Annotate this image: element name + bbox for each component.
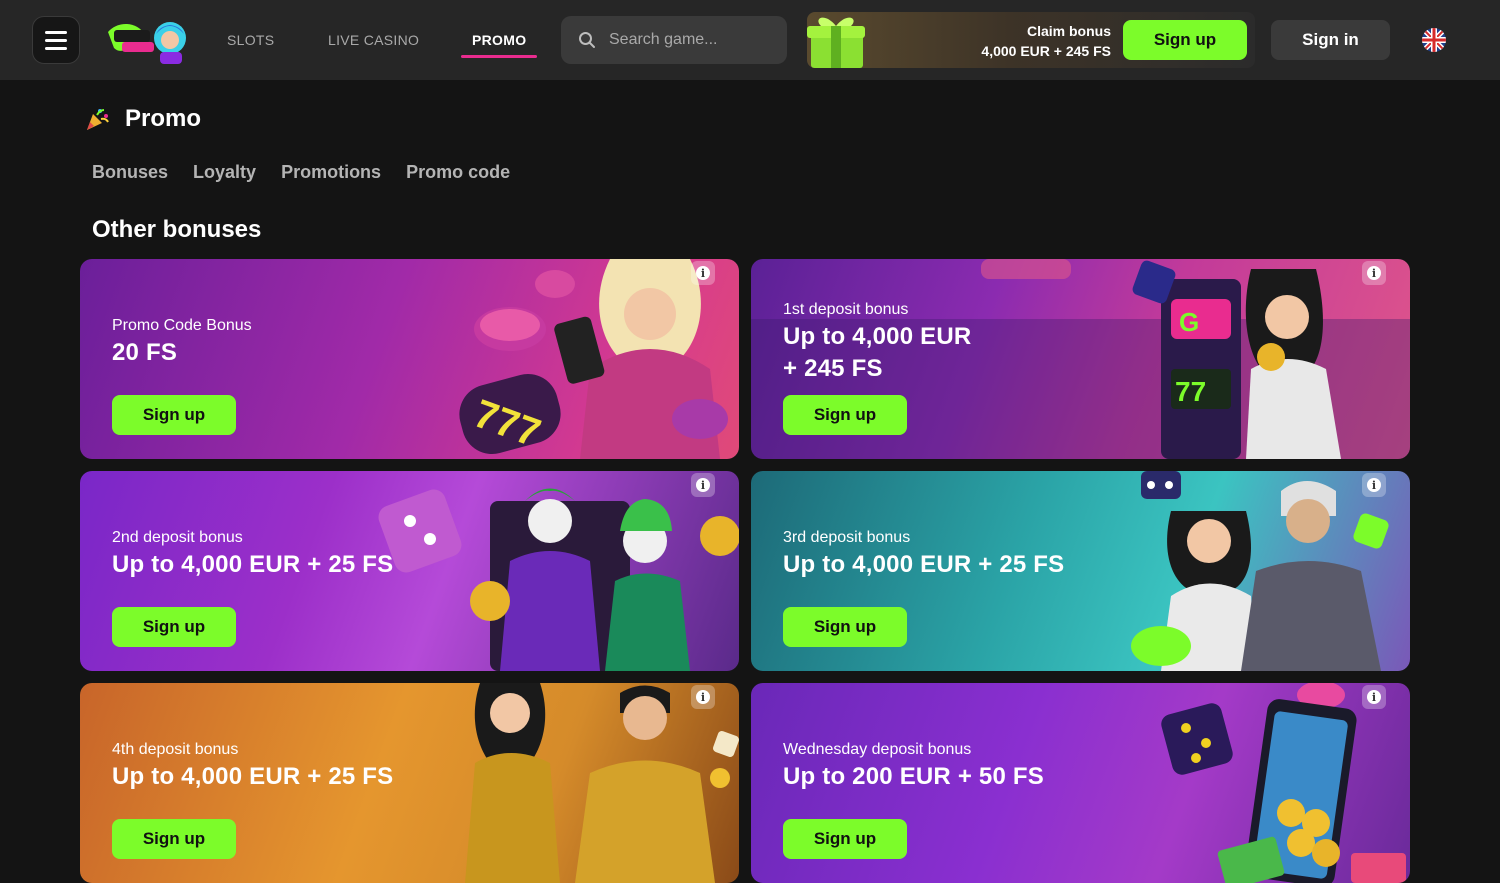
section-title: Other bonuses — [92, 216, 262, 243]
svg-text:77: 77 — [1175, 376, 1206, 407]
info-button[interactable]: i — [691, 473, 715, 497]
bonus-card-4th-deposit: i 4th deposit bonus Up to 4,000 EUR + 25… — [80, 683, 739, 883]
info-icon: i — [1367, 266, 1381, 280]
info-icon: i — [696, 690, 710, 704]
info-icon: i — [696, 266, 710, 280]
tab-bonuses[interactable]: Bonuses — [92, 162, 168, 183]
header-signup-button[interactable]: Sign up — [1123, 20, 1247, 60]
info-button[interactable]: i — [1362, 685, 1386, 709]
tab-promotions[interactable]: Promotions — [281, 162, 381, 183]
card-value-line1: Up to 4,000 EUR — [783, 323, 972, 350]
signin-button[interactable]: Sign in — [1271, 20, 1390, 60]
top-header: SLOTS LIVE CASINO PROMO Claim bonus 4,00… — [0, 0, 1500, 80]
svg-text:G: G — [1179, 307, 1199, 337]
card-value: Up to 4,000 EUR + 25 FS — [112, 551, 394, 578]
nav-slots[interactable]: SLOTS — [227, 0, 274, 80]
signup-button[interactable]: Sign up — [783, 607, 907, 647]
info-button[interactable]: i — [1362, 473, 1386, 497]
nav-live-casino[interactable]: LIVE CASINO — [328, 0, 419, 80]
bonus-card-2nd-deposit: i 2nd deposit bonus Up to 4,000 EUR + 25… — [80, 471, 739, 671]
promo-tabs: Bonuses Loyalty Promotions Promo code — [92, 162, 510, 183]
menu-button[interactable] — [32, 16, 80, 64]
active-tab-indicator — [461, 55, 537, 58]
bonus-card-promo-code: 777 i Promo Code Bonus 20 FS Sign up — [80, 259, 739, 459]
card-label: 1st deposit bonus — [783, 301, 909, 318]
claim-bonus-text: Claim bonus 4,000 EUR + 245 FS — [981, 21, 1111, 61]
signup-button[interactable]: Sign up — [783, 819, 907, 859]
info-icon: i — [696, 478, 710, 492]
party-popper-icon — [87, 109, 109, 130]
signup-button[interactable]: Sign up — [112, 395, 236, 435]
card-label: 2nd deposit bonus — [112, 529, 243, 546]
search-icon — [579, 32, 595, 48]
hamburger-icon — [45, 30, 67, 34]
logo[interactable] — [104, 16, 192, 66]
card-value: Up to 4,000 EUR + 25 FS — [112, 763, 394, 790]
gift-icon — [807, 17, 865, 68]
tab-loyalty[interactable]: Loyalty — [193, 162, 256, 183]
card-label: Promo Code Bonus — [112, 317, 252, 334]
card-label: 3rd deposit bonus — [783, 529, 911, 546]
card-label: Wednesday deposit bonus — [783, 741, 972, 758]
page-title: Promo — [125, 105, 202, 132]
bonus-card-1st-deposit: G 77 i 1st deposit bonus Up to 4,000 EUR… — [751, 259, 1410, 459]
bonus-card-wednesday-deposit: i Wednesday deposit bonus Up to 200 EUR … — [751, 683, 1410, 883]
claim-amount: 4,000 EUR + 245 FS — [981, 43, 1111, 59]
claim-title: Claim bonus — [1026, 23, 1111, 39]
signup-button[interactable]: Sign up — [112, 819, 236, 859]
card-value: Up to 4,000 EUR + 25 FS — [783, 551, 1065, 578]
card-value-line2: + 245 FS — [783, 355, 883, 382]
signup-button[interactable]: Sign up — [783, 395, 907, 435]
info-button[interactable]: i — [691, 685, 715, 709]
info-icon: i — [1367, 478, 1381, 492]
bonus-card-3rd-deposit: i 3rd deposit bonus Up to 4,000 EUR + 25… — [751, 471, 1410, 671]
info-button[interactable]: i — [691, 261, 715, 285]
search-box[interactable] — [561, 16, 787, 64]
signup-button[interactable]: Sign up — [112, 607, 236, 647]
card-value: Up to 200 EUR + 50 FS — [783, 763, 1044, 790]
info-icon: i — [1367, 690, 1381, 704]
card-label: 4th deposit bonus — [112, 741, 239, 758]
nav-promo[interactable]: PROMO — [472, 0, 526, 80]
search-input[interactable] — [609, 16, 779, 64]
card-value: 20 FS — [112, 339, 178, 366]
info-button[interactable]: i — [1362, 261, 1386, 285]
tab-promo-code[interactable]: Promo code — [406, 162, 510, 183]
uk-flag-icon[interactable] — [1422, 28, 1446, 52]
